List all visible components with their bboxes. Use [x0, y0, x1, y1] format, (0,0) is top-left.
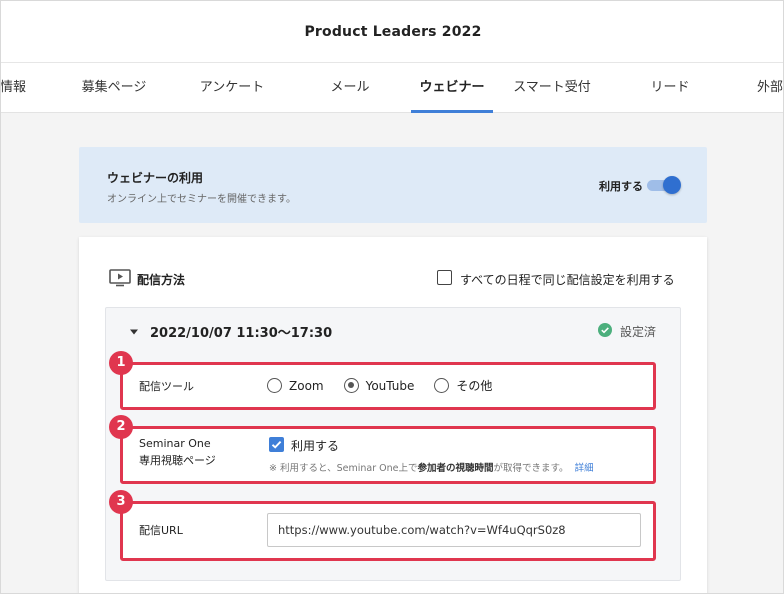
section-title: 配信方法: [137, 273, 186, 287]
label-line: 専用視聴ページ: [139, 454, 216, 467]
page-header: Product Leaders 2022: [1, 1, 783, 63]
webinar-usage-banner: ウェビナーの利用 オンライン上でセミナーを開催できます。 利用する: [79, 147, 707, 223]
radio-option-other[interactable]: その他: [434, 377, 492, 394]
tab-mail[interactable]: メール: [319, 63, 381, 113]
seminar-one-page-row: 2 Seminar One 専用視聴ページ 利用する ※ 利用すると、Semin…: [109, 415, 656, 484]
banner-description: オンライン上でセミナーを開催できます。: [107, 194, 296, 205]
use-seminar-one-checkbox[interactable]: [269, 437, 284, 452]
note-prefix: ※ 利用すると、Seminar One上で: [269, 463, 418, 474]
tab-bar: 情報 募集ページ アンケート メール ウェビナー スマート受付 リード 外部: [1, 63, 783, 113]
webinar-toggle[interactable]: [647, 176, 681, 194]
schedule-date[interactable]: 2022/10/07 11:30〜17:30: [150, 322, 332, 341]
number-badge: 3: [109, 490, 133, 514]
monitor-play-icon: [109, 269, 131, 287]
delivery-url-label: 配信URL: [139, 524, 183, 537]
delivery-tool-row: 1 配信ツール Zoom YouTube その他: [109, 351, 656, 410]
tab-survey[interactable]: アンケート: [191, 63, 273, 113]
radio-other[interactable]: [434, 378, 450, 393]
toggle-knob: [663, 176, 681, 194]
radio-zoom[interactable]: [267, 378, 282, 393]
note-bold: 参加者の視聴時間: [417, 463, 494, 474]
tab-info[interactable]: 情報: [1, 63, 33, 113]
note-suffix: が取得できます。: [493, 463, 569, 474]
radio-label: Zoom: [289, 378, 324, 393]
seminar-one-page-label: Seminar One 専用視聴ページ: [139, 435, 216, 469]
detail-link[interactable]: 詳細: [575, 463, 594, 474]
tab-external[interactable]: 外部: [757, 63, 783, 113]
radio-label: YouTube: [365, 378, 415, 393]
delivery-tool-radio-group: Zoom YouTube その他: [267, 377, 512, 394]
radio-option-youtube[interactable]: YouTube: [343, 378, 415, 393]
caret-down-icon[interactable]: [130, 328, 138, 336]
toggle-label: 利用する: [599, 180, 643, 193]
label-line: Seminar One: [139, 437, 211, 450]
number-badge: 1: [109, 351, 133, 375]
app-frame: Product Leaders 2022 情報 募集ページ アンケート メール …: [0, 0, 784, 594]
sync-settings-checkbox[interactable]: [437, 270, 452, 285]
schedule-panel: 2022/10/07 11:30〜17:30 設定済 1 配信ツール Zoom: [105, 307, 681, 581]
radio-youtube[interactable]: [343, 378, 359, 393]
delivery-url-row: 3 配信URL: [109, 490, 656, 561]
radio-label: その他: [456, 379, 493, 393]
delivery-url-input[interactable]: [267, 513, 641, 547]
status-text: 設定済: [620, 325, 657, 339]
viewing-time-note: ※ 利用すると、Seminar One上で参加者の視聴時間が取得できます。 詳細: [269, 460, 594, 474]
tab-smart-reception[interactable]: スマート受付: [509, 63, 595, 113]
sync-settings-label[interactable]: すべての日程で同じ配信設定を利用する: [460, 271, 675, 288]
event-title: Product Leaders 2022: [304, 23, 482, 40]
check-circle-icon: [598, 323, 612, 337]
tab-leads[interactable]: リード: [639, 63, 701, 113]
checkmark-icon: [271, 440, 282, 449]
delivery-tool-label: 配信ツール: [139, 380, 194, 393]
radio-option-zoom[interactable]: Zoom: [267, 378, 324, 393]
tab-webinar[interactable]: ウェビナー: [411, 63, 493, 113]
use-seminar-one-label[interactable]: 利用する: [291, 437, 339, 454]
tab-recruitment-page[interactable]: 募集ページ: [73, 63, 155, 113]
delivery-settings-card: 配信方法 すべての日程で同じ配信設定を利用する 2022/10/07 11:30…: [79, 237, 707, 593]
number-badge: 2: [109, 415, 133, 439]
banner-title: ウェビナーの利用: [107, 171, 204, 185]
